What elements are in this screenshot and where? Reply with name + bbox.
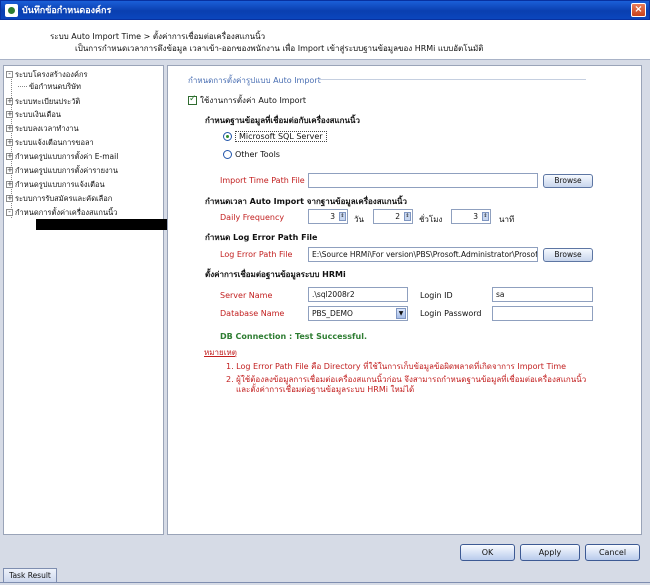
expand-icon[interactable]: + <box>6 181 13 188</box>
hour-unit: ชั่วโมง <box>419 215 443 224</box>
tree-item-label: กำหนดรูปแบบการแจ้งเตือน <box>15 179 105 189</box>
login-id-field[interactable]: sa <box>492 287 593 302</box>
collapse-icon[interactable]: - <box>6 71 13 78</box>
section-log-heading: กำหนด Log Error Path File <box>205 233 318 242</box>
tree-item-label: ระบบโครงสร้างองค์กร <box>15 69 88 79</box>
tree-item-label: ระบบการรับสมัครและคัดเลือก <box>15 193 113 203</box>
tree-item-label: กำหนดการตั้งค่าเครื่องสแกนนิ้ว <box>15 207 118 217</box>
group-divider <box>318 79 586 80</box>
database-name-select[interactable]: PBS_DEMO ▼ <box>308 306 408 321</box>
cancel-button[interactable]: Cancel <box>585 544 640 561</box>
header-description: เป็นการกำหนดเวลาการดึงข้อมูล เวลาเข้า-ออ… <box>75 44 484 53</box>
tab-task-result[interactable]: Task Result <box>3 568 57 583</box>
database-name-label: Database Name <box>220 309 285 318</box>
app-icon <box>5 3 18 17</box>
tree-item-recruitment[interactable]: + ระบบการรับสมัครและคัดเลือก <box>6 193 112 204</box>
login-password-label: Login Password <box>420 309 482 318</box>
title-bar: บันทึกข้อกำหนดองค์กร × <box>0 0 650 20</box>
database-name-value: PBS_DEMO <box>312 309 353 318</box>
server-name-label: Server Name <box>220 291 273 300</box>
daily-frequency-label: Daily Frequency <box>220 213 285 222</box>
use-auto-import-checkbox[interactable] <box>188 94 197 105</box>
section-time-heading: กำหนดเวลา Auto Import จากฐานข้อมูลเครื่อ… <box>205 197 408 206</box>
radio-sql-label: Microsoft SQL Server <box>235 131 327 142</box>
hour-value: 2 <box>395 212 400 221</box>
expand-icon[interactable]: + <box>6 139 13 146</box>
minute-value: 3 <box>473 212 478 221</box>
tree-item-scanner[interactable]: - กำหนดการตั้งค่าเครื่องสแกนนิ้ว <box>6 207 117 218</box>
section-conn-heading: ตั้งค่าการเชื่อมต่อฐานข้อมูลระบบ HRMi <box>205 270 346 279</box>
log-path-field[interactable]: E:\Source HRMi\For version\PBS\Prosoft.A… <box>308 247 538 262</box>
header-band: ระบบ Auto Import Time > ตั้งค่าการเชื่อม… <box>0 20 650 60</box>
import-path-field[interactable] <box>308 173 538 188</box>
db-connection-status: DB Connection : Test Successful. <box>220 332 368 341</box>
tree-item-label: ระบบทะเบียนประวัติ <box>15 96 81 106</box>
tree-item-label: กำหนดรูปแบบการตั้งค่า E-mail <box>15 151 119 161</box>
radio-other-button[interactable] <box>223 150 232 159</box>
radio-other-label: Other Tools <box>235 150 280 159</box>
tree-item-timeattendance[interactable]: + ระบบลงเวลาทำงาน <box>6 123 79 134</box>
import-browse-button[interactable]: Browse <box>543 174 593 188</box>
minute-unit: นาที <box>499 215 515 224</box>
use-auto-import-label: ใช้งานการตั้งค่า Auto Import <box>200 96 306 105</box>
expand-icon[interactable]: + <box>6 125 13 132</box>
section-db-heading: กำหนดฐานข้อมูลที่เชื่อมต่อกับเครื่องสแกน… <box>205 116 360 125</box>
radio-other-row[interactable]: Other Tools <box>223 150 280 159</box>
day-value: 3 <box>330 212 335 221</box>
tree-item-profile[interactable]: + ระบบทะเบียนประวัติ <box>6 96 80 107</box>
tree-item-leave-alert[interactable]: + ระบบแจ้งเตือนการขอลา <box>6 137 94 148</box>
navigation-tree: - ระบบโครงสร้างองค์กร ข้อกำหนดบริษัท + ร… <box>3 65 168 535</box>
hour-spin-icon[interactable]: ⇕ <box>404 212 411 221</box>
expand-icon[interactable]: + <box>6 98 13 105</box>
tree-item-notification[interactable]: + กำหนดรูปแบบการแจ้งเตือน <box>6 179 105 190</box>
day-stepper[interactable]: 3 ⇕ <box>308 209 348 224</box>
minute-spin-icon[interactable]: ⇕ <box>482 212 489 221</box>
redacted-tree-item[interactable] <box>36 219 168 230</box>
note-item-1: 1. Log Error Path File คือ Directory ที่… <box>226 362 567 371</box>
expand-icon[interactable]: + <box>6 111 13 118</box>
window-title: บันทึกข้อกำหนดองค์กร <box>22 6 112 16</box>
import-path-label: Import Time Path File <box>220 176 305 185</box>
tree-item-report[interactable]: + กำหนดรูปแบบการตั้งค่ารายงาน <box>6 165 118 176</box>
minute-stepper[interactable]: 3 ⇕ <box>451 209 491 224</box>
log-path-label: Log Error Path File <box>220 250 293 259</box>
settings-panel: กำหนดการตั้งค่ารูปแบบ Auto Import ใช้งาน… <box>167 65 642 535</box>
tree-item-label: ข้อกำหนดบริษัท <box>29 81 82 91</box>
tree-dots <box>18 86 27 87</box>
tree-item-company[interactable]: ข้อกำหนดบริษัท <box>18 81 81 92</box>
day-unit: วัน <box>354 215 364 224</box>
group-title: กำหนดการตั้งค่ารูปแบบ Auto Import <box>188 76 321 85</box>
radio-sql-button[interactable] <box>223 132 232 141</box>
tree-item-label: ระบบลงเวลาทำงาน <box>15 123 79 133</box>
collapse-icon[interactable]: - <box>6 209 13 216</box>
log-browse-button[interactable]: Browse <box>543 248 593 262</box>
tree-item-label: ระบบเงินเดือน <box>15 109 61 119</box>
use-auto-import-row[interactable]: ใช้งานการตั้งค่า Auto Import <box>188 94 306 107</box>
login-password-field[interactable] <box>492 306 593 321</box>
ok-button[interactable]: OK <box>460 544 515 561</box>
close-button[interactable]: × <box>631 3 646 17</box>
expand-icon[interactable]: + <box>6 167 13 174</box>
tab-divider <box>0 582 650 583</box>
apply-button[interactable]: Apply <box>520 544 580 561</box>
note-title: หมายเหตุ <box>204 348 237 357</box>
chevron-down-icon[interactable]: ▼ <box>396 308 406 319</box>
login-id-label: Login ID <box>420 291 453 300</box>
expand-icon[interactable]: + <box>6 153 13 160</box>
radio-sql-row[interactable]: Microsoft SQL Server <box>223 131 327 142</box>
note-item-2-cont: และตั้งค่าการเชื่อมต่อฐานข้อมูลระบบ HRMi… <box>236 385 415 394</box>
tree-item-org[interactable]: - ระบบโครงสร้างองค์กร <box>6 69 88 80</box>
tree-item-label: กำหนดรูปแบบการตั้งค่ารายงาน <box>15 165 119 175</box>
expand-icon[interactable]: + <box>6 195 13 202</box>
server-name-field[interactable]: .\sql2008r2 <box>308 287 408 302</box>
tree-item-salary[interactable]: + ระบบเงินเดือน <box>6 109 61 120</box>
tree-item-email[interactable]: + กำหนดรูปแบบการตั้งค่า E-mail <box>6 151 118 162</box>
tree-item-label: ระบบแจ้งเตือนการขอลา <box>15 137 94 147</box>
day-spin-icon[interactable]: ⇕ <box>339 212 346 221</box>
hour-stepper[interactable]: 2 ⇕ <box>373 209 413 224</box>
